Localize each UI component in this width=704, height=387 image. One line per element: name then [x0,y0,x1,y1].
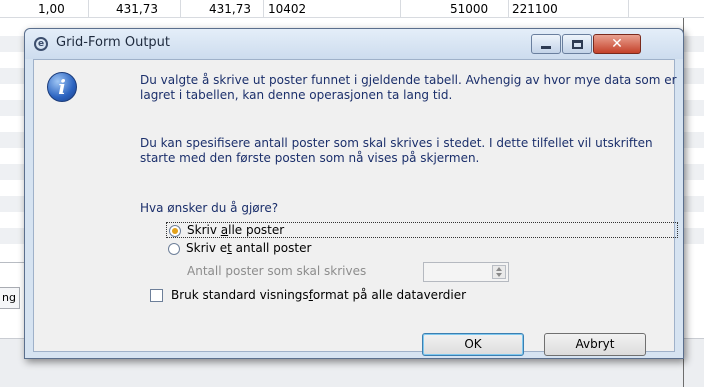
close-button[interactable]: ✕ [593,34,641,54]
question-label: Hva ønsker du å gjøre? [140,201,279,215]
maximize-button[interactable] [562,34,592,54]
grid-divider [628,0,629,18]
record-count-stepper[interactable] [423,262,509,282]
radio-dot-icon [172,228,178,234]
grid-divider [180,0,181,18]
grid-cell: 1,00 [38,2,65,16]
radio-print-count-label: Skriv et antall poster [186,241,312,255]
grid-cell: 431,73 [116,2,158,16]
minimize-icon [541,46,551,49]
spin-buttons[interactable] [492,265,506,279]
grid-divider [400,0,401,18]
data-grid-row: 1,00 431,73 431,73 10402 51000 221100 [0,0,704,18]
grid-cell: 431,73 [209,2,251,16]
dialog-title: Grid-Form Output [56,35,171,50]
grid-divider [263,0,264,18]
background-tab[interactable]: ng [0,287,20,309]
record-count-label: Antall poster som skal skrives [187,264,367,278]
intro-text: Du valgte å skrive ut poster funnet i gj… [140,73,677,102]
grid-cell: 221100 [512,2,558,16]
radio-selected-icon[interactable] [169,225,181,237]
count-explanation-text: Du kan spesifisere antall poster som ska… [140,136,653,165]
ok-button[interactable]: OK [422,333,524,356]
grid-form-output-dialog: e Grid-Form Output ✕ i Du valgte å skriv… [24,28,684,359]
grid-divider [508,0,509,18]
close-icon: ✕ [611,36,623,52]
standard-format-checkbox[interactable] [150,289,163,302]
radio-print-all-label: Skriv alle poster [187,223,285,237]
cancel-button[interactable]: Avbryt [544,333,646,356]
dialog-body: i Du valgte å skrive ut poster funnet i … [33,59,678,356]
standard-format-label: Bruk standard visningsformat på alle dat… [171,288,467,302]
radio-unselected-icon[interactable] [168,243,180,255]
background-tab-label: ng [2,291,16,304]
spin-up-icon[interactable] [496,267,502,271]
info-icon: i [47,72,77,102]
spin-down-icon[interactable] [496,273,502,277]
grid-cell: 51000 [450,2,489,16]
dialog-titlebar[interactable]: e Grid-Form Output ✕ [25,29,683,59]
grid-cell: 10402 [268,2,307,16]
grid-divider [88,0,89,18]
minimize-button[interactable] [531,34,561,54]
radio-print-all[interactable]: Skriv alle poster [166,222,678,238]
grid-divider [0,262,24,263]
maximize-icon [572,40,583,49]
app-icon: e [34,37,48,51]
